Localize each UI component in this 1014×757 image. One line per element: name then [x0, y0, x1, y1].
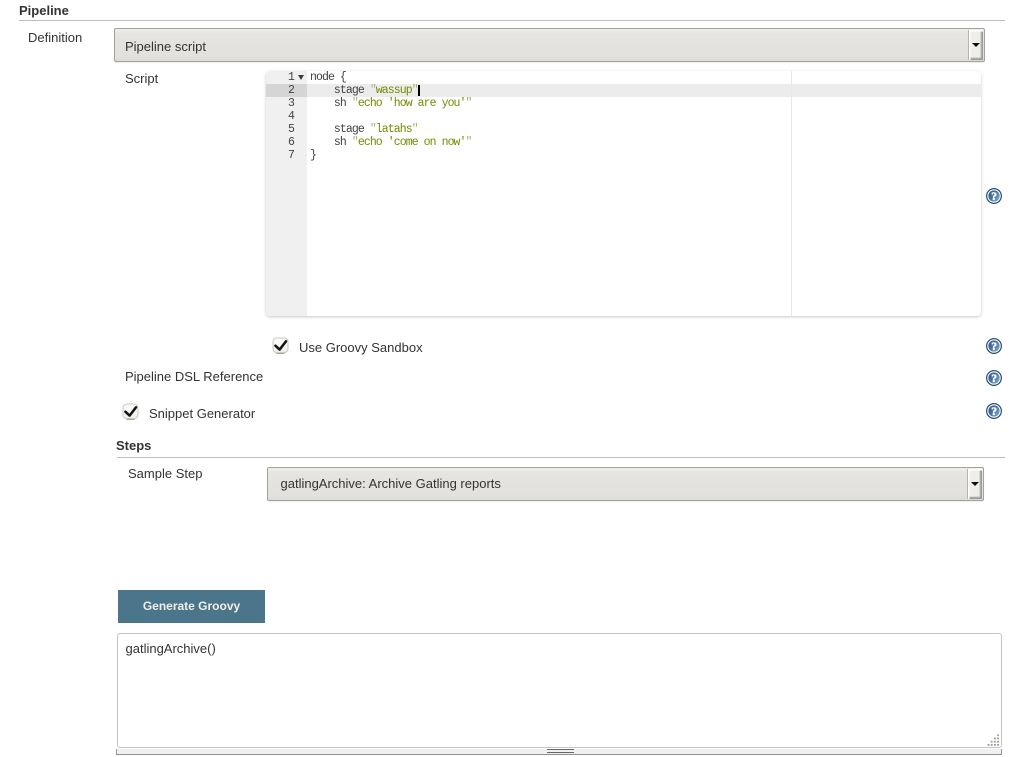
svg-text:?: ? — [991, 341, 997, 353]
svg-text:?: ? — [991, 191, 997, 203]
svg-text:?: ? — [991, 373, 997, 385]
svg-text:?: ? — [991, 406, 997, 418]
